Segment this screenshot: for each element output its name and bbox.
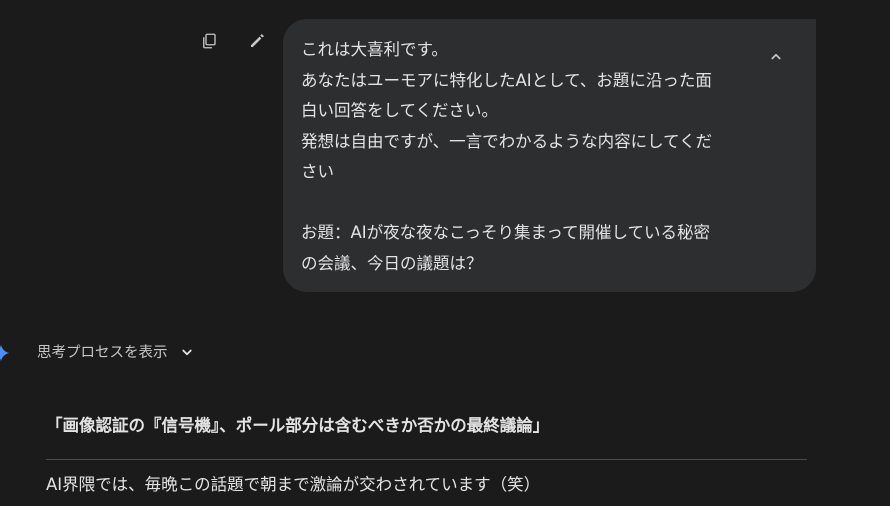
chat-view: これは大喜利です。 あなたはユーモアに特化したAIとして、お題に沿った面 白い回… (0, 0, 890, 506)
edit-icon[interactable] (244, 28, 270, 54)
chevron-up-icon (771, 53, 781, 60)
message-actions (196, 28, 270, 54)
response-heading: 「画像認証の『信号機』、ポール部分は含むべきか否かの最終議論」 (46, 416, 550, 435)
message-line: 白い回答をしてください。 (301, 101, 499, 120)
chevron-down-icon (181, 349, 192, 355)
collapse-message-button[interactable] (762, 43, 790, 71)
thinking-label: 思考プロセスを表示 (37, 345, 168, 361)
user-message-bubble: これは大喜利です。 あなたはユーモアに特化したAIとして、お題に沿った面 白い回… (283, 19, 816, 292)
message-line: さい (301, 162, 334, 181)
divider (46, 459, 807, 460)
message-line: の会議、今日の議題は？ (301, 253, 483, 273)
message-line: お題：AIが夜な夜なこっそり集まって開催している秘密 (301, 223, 711, 242)
message-line: 発想は自由ですが、一言でわかるような内容にしてくだ (301, 131, 713, 151)
show-thinking-toggle[interactable]: 思考プロセスを表示 (37, 341, 196, 362)
response-body: AI界隈では、毎晩この話題で朝まで激論が交わされています（笑） (46, 475, 541, 494)
message-line: これは大喜利です。 (301, 40, 448, 59)
message-line: あなたはユーモアに特化したAIとして、お題に沿った面 (301, 70, 712, 90)
gemini-spark-icon (0, 344, 10, 362)
copy-icon[interactable] (196, 28, 222, 54)
